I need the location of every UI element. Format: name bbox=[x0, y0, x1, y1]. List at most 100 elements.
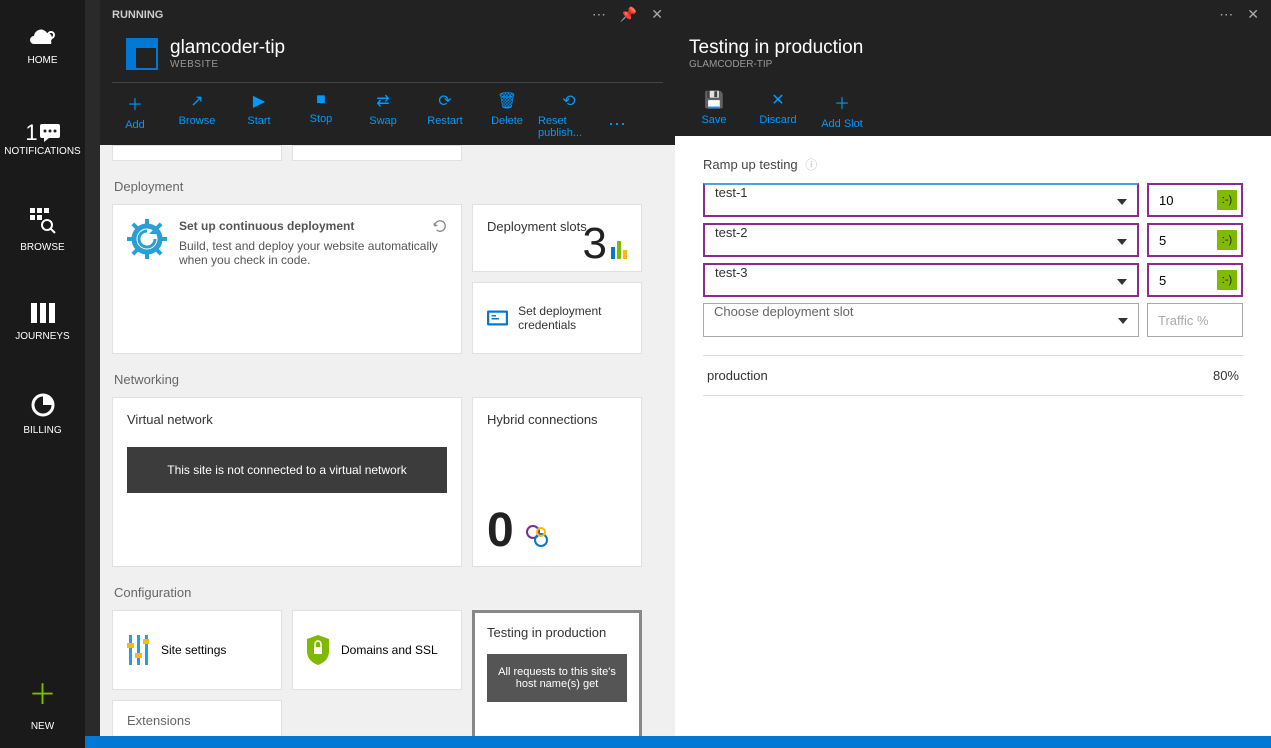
status-ok-icon: :-) bbox=[1217, 190, 1237, 210]
start-button[interactable]: ▶Start bbox=[228, 91, 290, 139]
website-blade: RUNNING ⋯ 📌 ✕ glamcoder-tip WEBSITE ＋Add… bbox=[100, 0, 675, 748]
nav-new-label: NEW bbox=[31, 721, 54, 732]
site-settings-tile[interactable]: Site settings bbox=[112, 610, 282, 690]
nav-new[interactable]: ＋ NEW bbox=[0, 656, 85, 748]
tile-stub[interactable] bbox=[112, 145, 282, 161]
browse-button[interactable]: ↗Browse bbox=[166, 91, 228, 139]
vnet-notice: This site is not connected to a virtual … bbox=[127, 447, 447, 493]
ellipsis-icon[interactable]: ⋯ bbox=[1219, 6, 1233, 23]
pin-icon[interactable]: 📌 bbox=[620, 6, 637, 23]
tile-stub[interactable] bbox=[292, 145, 462, 161]
slot-select-0[interactable]: test-1 bbox=[703, 183, 1139, 217]
slot-select-new[interactable]: Choose deployment slot bbox=[703, 303, 1139, 337]
close-icon[interactable]: ✕ bbox=[651, 6, 663, 23]
pct-input-new[interactable]: Traffic % bbox=[1147, 303, 1243, 337]
deployment-slots-tile[interactable]: Deployment slots 3 bbox=[472, 204, 642, 272]
shield-icon bbox=[307, 635, 329, 665]
blade2-subtitle: GLAMCODER-TIP bbox=[689, 59, 1257, 70]
nav-journeys-label: JOURNEYS bbox=[15, 331, 69, 342]
hybrid-count: 0 bbox=[487, 503, 514, 558]
help-icon[interactable]: ⓘ bbox=[805, 158, 817, 172]
continuous-deploy-desc: Build, test and deploy your website auto… bbox=[179, 239, 438, 267]
sliders-icon bbox=[127, 635, 149, 665]
restart-icon: ⟳ bbox=[438, 91, 451, 111]
continuous-deploy-title: Set up continuous deployment bbox=[179, 219, 447, 233]
pct-input-1[interactable]: 5:-) bbox=[1147, 223, 1243, 257]
cloud-icon bbox=[29, 27, 57, 47]
nav-browse-label: BROWSE bbox=[20, 242, 64, 253]
pct-input-2[interactable]: 5:-) bbox=[1147, 263, 1243, 297]
delete-button[interactable]: 🗑Delete bbox=[476, 91, 538, 139]
swap-icon: ⇄ bbox=[376, 91, 389, 111]
slot-select-2[interactable]: test-3 bbox=[703, 263, 1139, 297]
website-subtype: WEBSITE bbox=[170, 59, 285, 70]
section-configuration: Configuration bbox=[114, 585, 663, 600]
divider-column bbox=[85, 0, 100, 748]
hybrid-icon bbox=[525, 524, 549, 548]
extensions-label: Extensions bbox=[127, 713, 191, 728]
nav-home-label: HOME bbox=[28, 55, 58, 66]
more-icon[interactable]: ⋯ bbox=[600, 114, 636, 139]
add-slot-button[interactable]: ＋Add Slot bbox=[813, 90, 871, 130]
plus-icon: ＋ bbox=[834, 90, 850, 114]
external-link-icon: ↗ bbox=[190, 91, 203, 111]
domains-ssl-tile[interactable]: Domains and SSL bbox=[292, 610, 462, 690]
hybrid-connections-tile[interactable]: Hybrid connections 0 bbox=[472, 397, 642, 567]
website-logo-icon bbox=[126, 38, 158, 70]
nav-home[interactable]: HOME bbox=[0, 0, 85, 92]
nav-billing[interactable]: BILLING bbox=[0, 368, 85, 460]
nav-billing-label: BILLING bbox=[23, 425, 61, 436]
play-icon: ▶ bbox=[253, 91, 265, 111]
ramp-title: Ramp up testing bbox=[703, 157, 798, 172]
status-ok-icon: :-) bbox=[1217, 230, 1237, 250]
left-nav-sidebar: HOME 1 NOTIFICATIONS BROWSE JOURNEYS BIL… bbox=[0, 0, 85, 748]
reset-publish-button[interactable]: ⟲Reset publish... bbox=[538, 91, 600, 139]
save-button[interactable]: 💾Save bbox=[685, 90, 743, 130]
ellipsis-icon[interactable]: ⋯ bbox=[592, 6, 606, 23]
refresh-icon[interactable] bbox=[433, 219, 447, 233]
trash-icon: 🗑 bbox=[497, 91, 517, 111]
pct-input-0[interactable]: 10:-) bbox=[1147, 183, 1243, 217]
swap-button[interactable]: ⇄Swap bbox=[352, 91, 414, 139]
nav-browse[interactable]: BROWSE bbox=[0, 184, 85, 276]
credentials-icon bbox=[487, 304, 508, 332]
save-icon: 💾 bbox=[704, 90, 724, 110]
production-pct: 80% bbox=[1213, 368, 1239, 383]
nav-journeys[interactable]: JOURNEYS bbox=[0, 276, 85, 368]
discard-icon: ✕ bbox=[771, 90, 784, 110]
production-label: production bbox=[707, 368, 1213, 383]
testing-in-production-tile[interactable]: Testing in production All requests to th… bbox=[472, 610, 642, 740]
restart-button[interactable]: ⟳Restart bbox=[414, 91, 476, 139]
plus-icon: ＋ bbox=[28, 673, 56, 713]
production-row: production 80% bbox=[703, 355, 1243, 396]
section-deployment: Deployment bbox=[114, 179, 663, 194]
status-ok-icon: :-) bbox=[1217, 270, 1237, 290]
blade-status: RUNNING bbox=[112, 9, 592, 21]
slot-select-1[interactable]: test-2 bbox=[703, 223, 1139, 257]
columns-icon bbox=[31, 303, 55, 323]
nav-notifications-label: NOTIFICATIONS bbox=[4, 146, 80, 157]
domains-label: Domains and SSL bbox=[341, 643, 438, 657]
nav-notifications[interactable]: 1 NOTIFICATIONS bbox=[0, 92, 85, 184]
stop-button[interactable]: ■Stop bbox=[290, 91, 352, 139]
deployment-slots-count: 3 bbox=[583, 219, 607, 269]
section-networking: Networking bbox=[114, 372, 663, 387]
tip-tile-desc: All requests to this site's host name(s)… bbox=[487, 654, 627, 702]
notification-badge-icon: 1 bbox=[25, 120, 59, 146]
site-settings-label: Site settings bbox=[161, 643, 226, 657]
grid-search-icon bbox=[30, 208, 56, 234]
virtual-network-tile[interactable]: Virtual network This site is not connect… bbox=[112, 397, 462, 567]
website-name: glamcoder-tip bbox=[170, 37, 285, 59]
discard-button[interactable]: ✕Discard bbox=[749, 90, 807, 130]
vnet-title: Virtual network bbox=[127, 412, 447, 427]
credentials-label: Set deployment credentials bbox=[518, 304, 627, 332]
stop-icon: ■ bbox=[316, 91, 326, 109]
slots-icon bbox=[611, 241, 627, 259]
add-button[interactable]: ＋Add bbox=[104, 91, 166, 139]
close-icon[interactable]: ✕ bbox=[1247, 6, 1259, 23]
deployment-credentials-tile[interactable]: Set deployment credentials bbox=[472, 282, 642, 354]
gear-icon bbox=[127, 219, 167, 259]
extensions-tile[interactable]: Extensions bbox=[112, 700, 282, 740]
bottom-accent-bar bbox=[85, 736, 1271, 748]
continuous-deployment-tile[interactable]: Set up continuous deployment Build, test… bbox=[112, 204, 462, 354]
